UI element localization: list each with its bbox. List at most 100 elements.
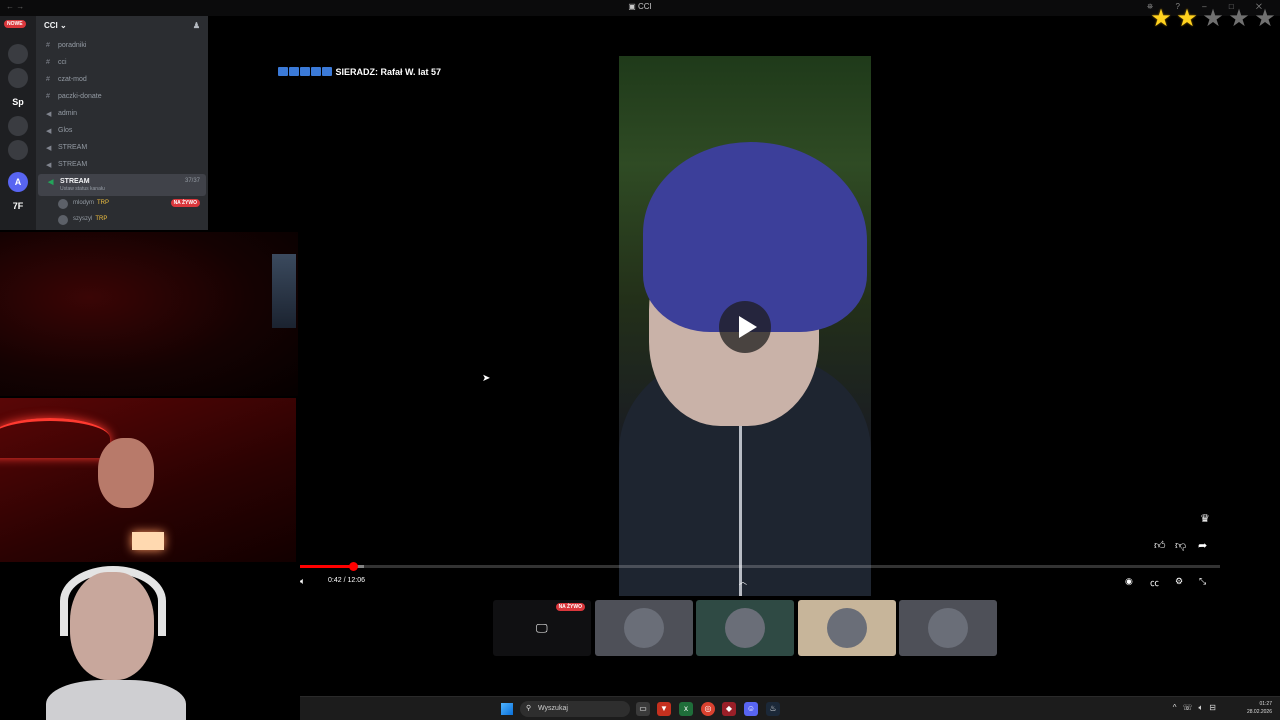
- server-icon-1[interactable]: [8, 44, 28, 64]
- participant-tile[interactable]: [798, 600, 896, 656]
- avatar: [624, 608, 664, 648]
- task-view-icon[interactable]: ▭: [636, 702, 650, 716]
- steam-icon[interactable]: ♨: [766, 702, 780, 716]
- star-rating: ★ ★ ★ ★ ★: [1148, 7, 1278, 31]
- search-icon: ⚲: [526, 705, 532, 712]
- speaker-icon: ◀: [48, 179, 54, 186]
- speaker-icon: ◀: [46, 145, 52, 152]
- chrome-icon[interactable]: ◎: [701, 702, 715, 716]
- captions-icon[interactable]: ㏄: [1150, 576, 1159, 589]
- hash-icon: #: [46, 76, 50, 83]
- mouse-cursor-icon: ➤: [482, 373, 491, 384]
- emoji-icon: [322, 67, 332, 76]
- emoji-icon: [289, 67, 299, 76]
- channel-label: admin: [58, 110, 78, 117]
- new-badge: NOWE: [4, 20, 26, 28]
- participant-tile[interactable]: [595, 600, 693, 656]
- recording-app-icon[interactable]: ◆: [722, 702, 736, 716]
- channel-item[interactable]: # poradniki: [36, 38, 208, 55]
- speaker-icon: ◀: [46, 111, 52, 118]
- windows-start-icon[interactable]: [501, 703, 513, 715]
- autoplay-toggle-icon[interactable]: ◉: [1125, 576, 1133, 587]
- server-icon-7f[interactable]: 7F: [8, 196, 28, 216]
- back-arrow-icon[interactable]: ← →: [6, 2, 24, 11]
- thumbs-down-icon[interactable]: 👎︎: [1175, 539, 1186, 552]
- voice-member[interactable]: szyszyl TRP: [36, 212, 208, 228]
- channel-item[interactable]: # cci: [36, 55, 208, 72]
- neon-light: [0, 418, 110, 458]
- window-title-text: CCI: [638, 2, 652, 11]
- server-icon-a[interactable]: A: [8, 172, 28, 192]
- windows-taskbar: ⚲ Wyszukaj ▭ ▼ x ◎ ◆ ☺ ♨ ^☏🔈︎⊟ 01:27 28.…: [300, 696, 1280, 720]
- channel-item[interactable]: # czat-mod: [36, 72, 208, 89]
- member-name: mlodym: [73, 200, 95, 206]
- add-member-icon[interactable]: ♟: [193, 21, 200, 30]
- window-title: ▣ CCI: [628, 2, 652, 11]
- avatar: [58, 215, 68, 225]
- lamp-image: [132, 532, 164, 550]
- server-icon-sp[interactable]: Sp: [8, 92, 28, 112]
- webcam-streamer-view: [0, 398, 296, 562]
- zipper-image: [739, 426, 742, 596]
- channel-label: poradniki: [58, 42, 87, 49]
- person-image: [70, 572, 154, 680]
- voice-channel-item[interactable]: ◀ STREAM: [36, 140, 208, 157]
- server-header[interactable]: CCI ⌄ ♟: [36, 16, 208, 38]
- server-icon-2[interactable]: [8, 68, 28, 88]
- emoji-icon: [300, 67, 310, 76]
- participant-tile[interactable]: [899, 600, 997, 656]
- channel-label: STREAM: [58, 144, 88, 151]
- server-list: NOWE Sp A 7F: [0, 16, 36, 230]
- search-placeholder: Wyszukaj: [538, 705, 568, 712]
- system-tray[interactable]: ^☏🔈︎⊟: [1173, 703, 1222, 713]
- taskbar-search[interactable]: ⚲ Wyszukaj: [520, 701, 630, 717]
- voice-channel-item[interactable]: ◀ STREAM: [36, 157, 208, 174]
- taskbar-clock[interactable]: 01:27 28.02.2026: [1247, 700, 1272, 716]
- member-name: szyszyl: [73, 216, 93, 222]
- excel-icon[interactable]: x: [679, 702, 693, 716]
- active-voice-channel[interactable]: ◀ STREAM Ustaw status kanału 37/37: [38, 174, 206, 196]
- server-icon-4[interactable]: [8, 116, 28, 136]
- play-button[interactable]: [719, 301, 771, 353]
- thumbs-up-icon[interactable]: 👍︎: [1154, 539, 1166, 552]
- star-empty-icon: ★: [1254, 5, 1276, 32]
- voice-member[interactable]: mlodym TRP NA ŻYWO: [36, 196, 208, 212]
- chevron-up-icon[interactable]: ︿: [739, 576, 747, 587]
- clock-date: 28.02.2026: [1246, 709, 1272, 715]
- share-icon[interactable]: ➦: [1198, 539, 1207, 552]
- scrubber-handle[interactable]: [349, 562, 359, 571]
- voice-channel-item[interactable]: ◀ Glos: [36, 123, 208, 140]
- channel-label: STREAM: [60, 178, 90, 185]
- avatar: [725, 608, 765, 648]
- volume-icon[interactable]: 🔈︎: [300, 576, 305, 587]
- discord-icon[interactable]: ☺: [744, 702, 758, 716]
- person-body: [46, 680, 186, 720]
- hash-icon: #: [46, 93, 50, 100]
- member-tag: TRP: [95, 216, 108, 222]
- star-filled-icon: ★: [1176, 5, 1198, 32]
- server-icon-5[interactable]: [8, 140, 28, 160]
- live-badge: NA ŻYWO: [170, 199, 200, 207]
- video-title: SIERADZ: Rafał W. lat 57: [278, 67, 441, 77]
- member-tag: TRP: [97, 200, 110, 206]
- chevron-down-icon: ⌄: [60, 21, 67, 30]
- video-progress-bar[interactable]: [300, 562, 1220, 571]
- hash-icon: #: [46, 59, 50, 66]
- channel-label: Glos: [58, 127, 73, 134]
- webcam-facecam-view: [0, 562, 300, 720]
- participant-tile[interactable]: [696, 600, 794, 656]
- channel-item[interactable]: # paczki-donate: [36, 89, 208, 106]
- brave-browser-icon[interactable]: ▼: [657, 702, 671, 716]
- channel-list: CCI ⌄ ♟ # poradniki # cci # czat-mod # paczk…: [36, 16, 208, 230]
- avatar: [928, 608, 968, 648]
- avatar: [58, 199, 68, 209]
- live-badge: NA ŻYWO: [555, 603, 585, 611]
- channel-label: STREAM: [58, 161, 88, 168]
- screen-share-icon: 🖵: [536, 621, 548, 635]
- participant-tile-screen[interactable]: 🖵 NA ŻYWO: [493, 600, 591, 656]
- settings-gear-icon[interactable]: ⚙: [1175, 576, 1183, 587]
- avatar: [827, 608, 867, 648]
- exit-fullscreen-icon[interactable]: ⤡: [1199, 576, 1206, 587]
- voice-channel-item[interactable]: ◀ admin: [36, 106, 208, 123]
- channel-status[interactable]: Ustaw status kanału: [60, 186, 198, 192]
